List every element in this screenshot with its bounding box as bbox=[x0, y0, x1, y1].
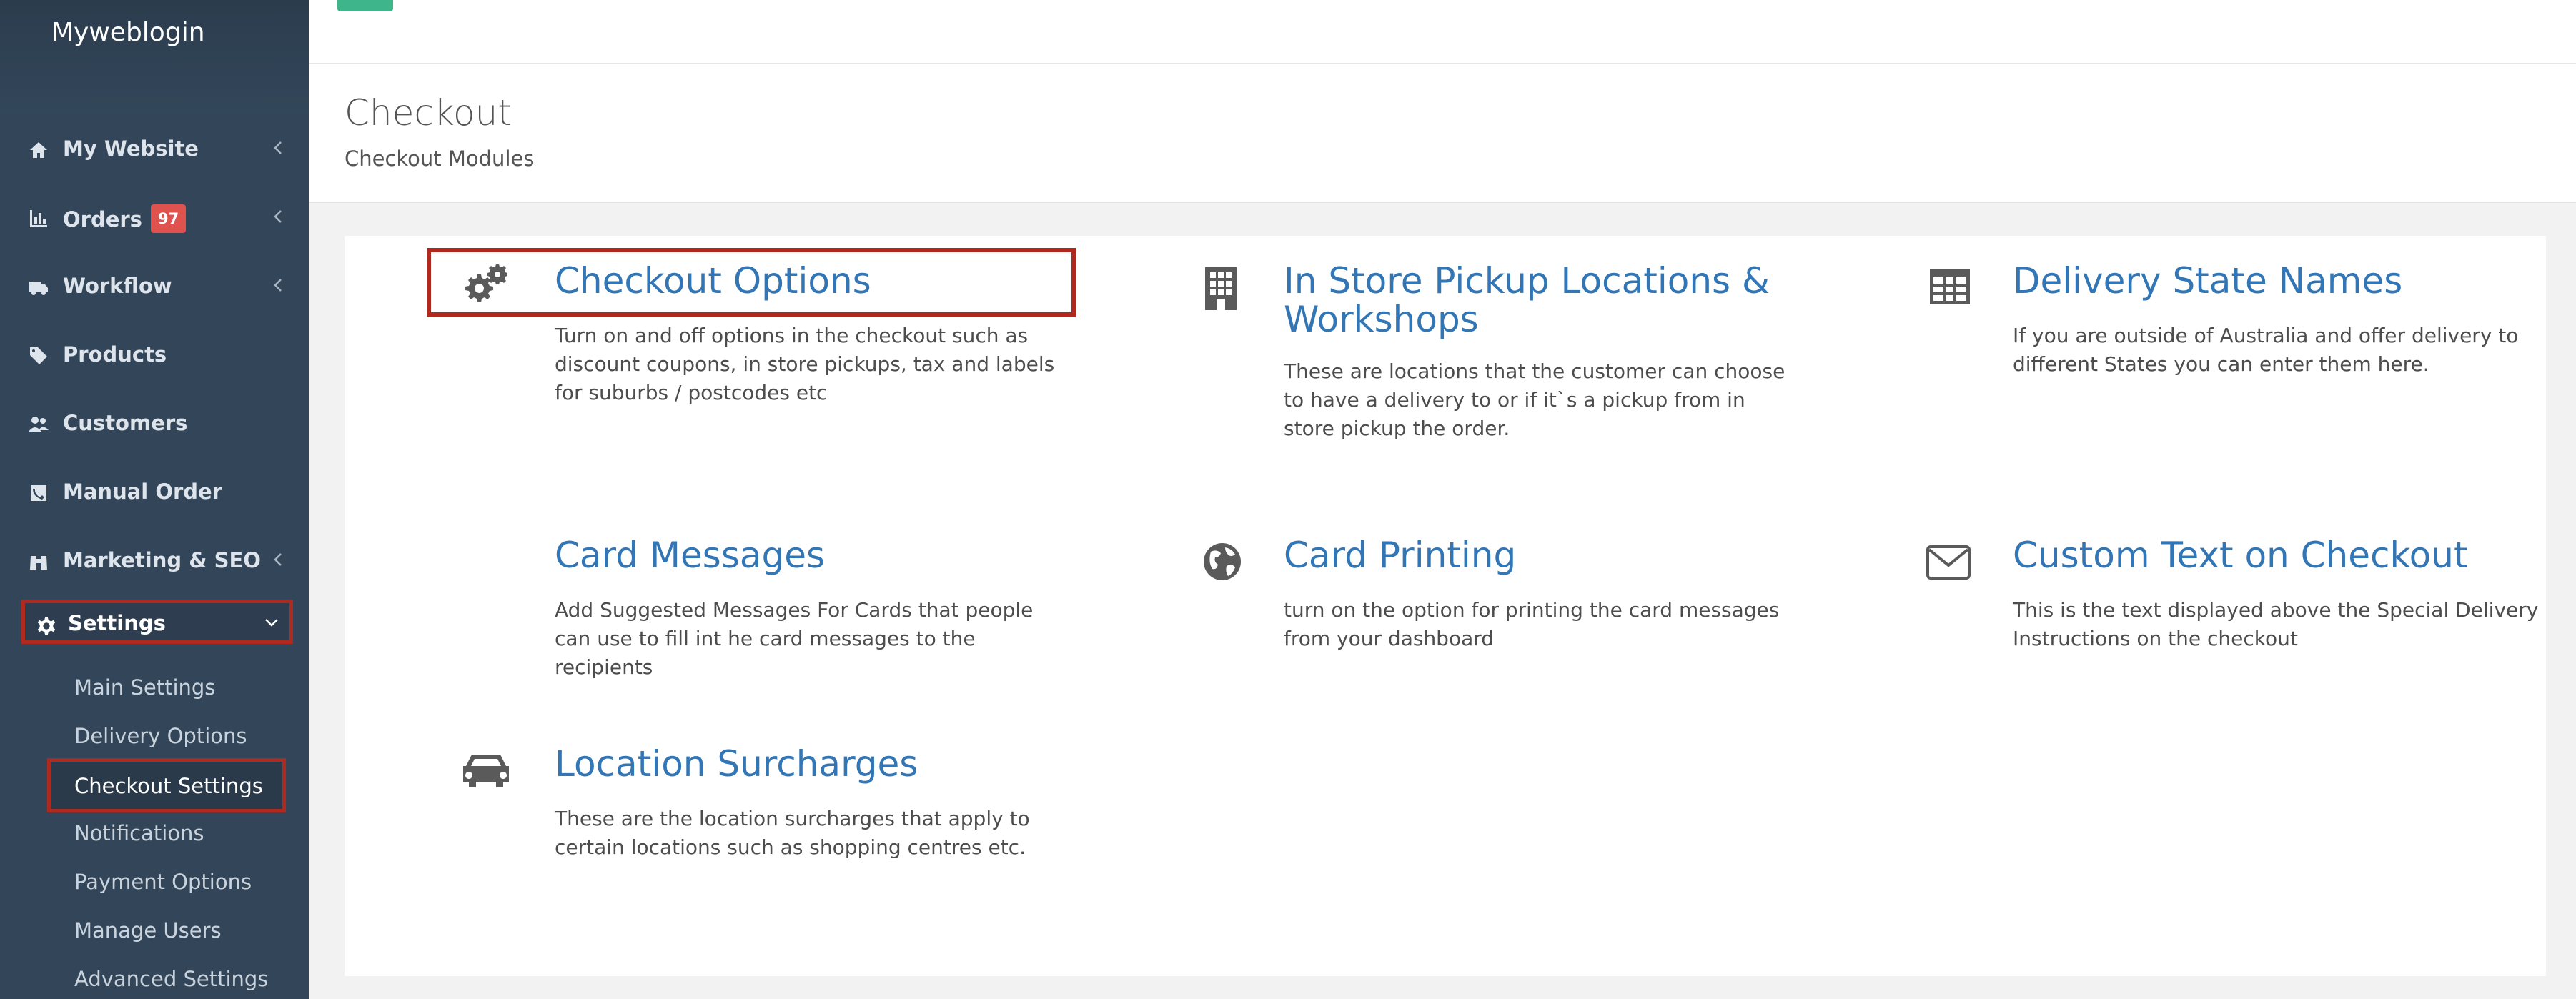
module-title-card-messages[interactable]: Card Messages bbox=[555, 536, 825, 575]
building-icon bbox=[1205, 267, 1237, 310]
submenu-delivery-options[interactable]: Delivery Options bbox=[74, 719, 247, 753]
menu-toggle-button[interactable] bbox=[337, 0, 393, 11]
module-title-in-store-pickup[interactable]: In Store Pickup Locations & Workshops bbox=[1284, 262, 1784, 339]
sidebar-item-products[interactable]: Products bbox=[0, 329, 309, 380]
sidebar-item-workflow[interactable]: Workflow bbox=[0, 260, 309, 312]
sidebar-item-marketing-seo[interactable]: Marketing & SEO bbox=[0, 535, 309, 586]
sidebar-item-label: Workflow bbox=[63, 274, 172, 298]
binoculars-icon bbox=[30, 556, 47, 570]
page-title: Checkout bbox=[345, 92, 512, 134]
submenu-main-settings[interactable]: Main Settings bbox=[74, 670, 215, 705]
sidebar-item-orders[interactable]: Orders 97 bbox=[0, 192, 309, 243]
module-title-delivery-state-names[interactable]: Delivery State Names bbox=[2013, 262, 2402, 300]
home-icon bbox=[30, 142, 47, 158]
chevron-left-icon bbox=[274, 141, 282, 154]
brand-area: Myweblogin bbox=[0, 0, 309, 114]
table-icon bbox=[1930, 269, 1970, 304]
users-icon bbox=[29, 417, 49, 432]
sidebar-item-label: Products bbox=[63, 342, 167, 367]
module-description: Add Suggested Messages For Cards that pe… bbox=[555, 598, 1034, 679]
orders-count-badge: 97 bbox=[150, 204, 187, 233]
chevron-left-icon bbox=[274, 279, 282, 292]
sidebar-item-settings[interactable]: Settings bbox=[21, 600, 293, 644]
module-title-card-printing[interactable]: Card Printing bbox=[1284, 536, 1516, 575]
sidebar-item-label: My Website bbox=[63, 136, 199, 161]
module-description: This is the text displayed above the Spe… bbox=[2013, 598, 2539, 650]
sidebar-item-label: Customers bbox=[63, 411, 188, 435]
tags-icon bbox=[30, 347, 47, 364]
module-description: If you are outside of Australia and offe… bbox=[2013, 324, 2519, 376]
module-description: Turn on and off options in the checkout … bbox=[555, 324, 1055, 404]
sidebar-item-my-website[interactable]: My Website bbox=[0, 123, 309, 174]
sidebar-item-label: Settings bbox=[68, 611, 166, 635]
submenu-advanced-settings[interactable]: Advanced Settings bbox=[74, 962, 268, 996]
gear-icon bbox=[37, 617, 56, 635]
phone-icon bbox=[31, 485, 46, 501]
chevron-down-icon bbox=[265, 619, 278, 627]
submenu-notifications[interactable]: Notifications bbox=[74, 816, 204, 850]
envelope-icon bbox=[1926, 545, 1971, 580]
sidebar-item-manual-order[interactable]: Manual Order bbox=[0, 466, 309, 517]
submenu-checkout-settings-label: Checkout Settings bbox=[74, 774, 263, 798]
chevron-left-icon bbox=[274, 210, 282, 223]
checkout-options-highlight bbox=[427, 248, 1076, 317]
module-description: These are locations that the customer ca… bbox=[1284, 359, 1785, 440]
brand-logo[interactable]: Myweblogin bbox=[51, 16, 205, 50]
sidebar-item-label: Manual Order bbox=[63, 479, 223, 504]
top-bar bbox=[309, 0, 2576, 64]
module-description: These are the location surcharges that a… bbox=[555, 807, 1030, 859]
sidebar: Myweblogin My Website Orders 97 Workflow … bbox=[0, 0, 309, 999]
module-title-location-surcharges[interactable]: Location Surcharges bbox=[555, 745, 918, 783]
page-subtitle: Checkout Modules bbox=[345, 146, 535, 171]
sidebar-item-label: Orders bbox=[63, 207, 142, 232]
chevron-left-icon bbox=[274, 553, 282, 566]
module-description: turn on the option for printing the card… bbox=[1284, 598, 1780, 650]
sidebar-item-customers[interactable]: Customers bbox=[0, 397, 309, 449]
globe-icon bbox=[1204, 543, 1241, 580]
sidebar-item-label: Marketing & SEO bbox=[63, 548, 261, 572]
bar-chart-icon bbox=[30, 210, 47, 227]
truck-icon bbox=[29, 282, 48, 295]
submenu-manage-users[interactable]: Manage Users bbox=[74, 913, 222, 948]
car-icon bbox=[463, 755, 509, 787]
submenu-payment-options[interactable]: Payment Options bbox=[74, 865, 252, 899]
submenu-checkout-settings[interactable]: Checkout Settings bbox=[47, 758, 286, 812]
page-header bbox=[309, 64, 2576, 203]
module-title-custom-text-on-checkout[interactable]: Custom Text on Checkout bbox=[2013, 536, 2468, 575]
